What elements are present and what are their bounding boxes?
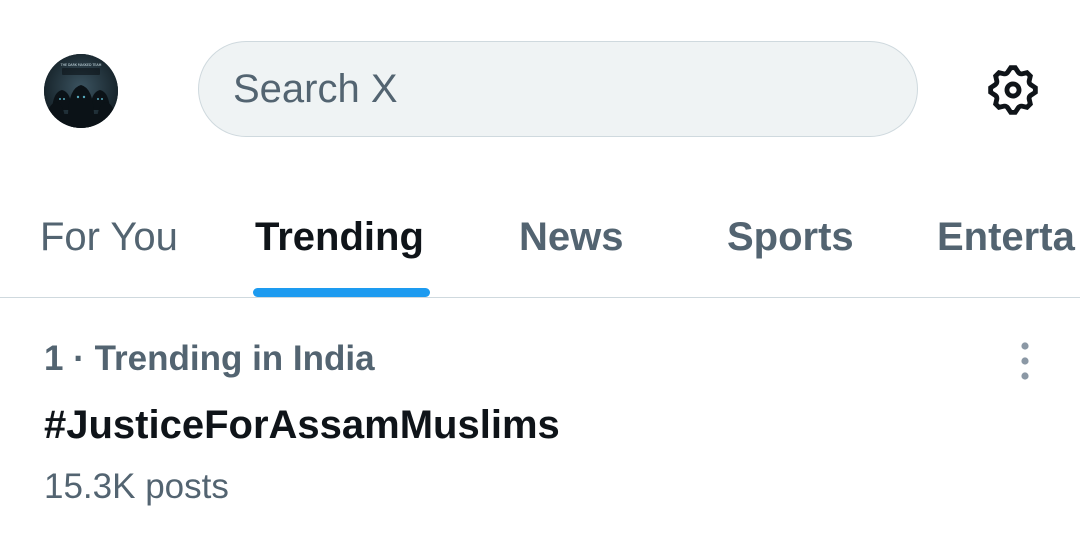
tab-sports[interactable]: Sports: [727, 214, 854, 260]
tab-entertainment[interactable]: Enterta: [937, 214, 1075, 260]
tab-news[interactable]: News: [519, 214, 624, 260]
top-header: THE DARK MASKED TEAM: [0, 0, 1080, 180]
trend-post-count: 15.3K posts: [44, 467, 229, 506]
avatar-image: THE DARK MASKED TEAM: [44, 54, 118, 128]
gear-icon: [988, 65, 1038, 115]
active-tab-indicator: [253, 288, 430, 297]
tab-trending[interactable]: Trending: [255, 214, 424, 260]
trend-hashtag[interactable]: #JusticeForAssamMuslims: [44, 401, 560, 449]
avatar[interactable]: THE DARK MASKED TEAM: [44, 54, 118, 128]
search-input[interactable]: [233, 66, 917, 112]
settings-button[interactable]: [984, 61, 1042, 119]
tab-for-you[interactable]: For You: [40, 214, 178, 260]
trend-item[interactable]: 1 · Trending in India #JusticeForAssamMu…: [0, 298, 1080, 553]
avatar-logo-text: THE DARK MASKED TEAM: [60, 63, 102, 67]
more-vertical-icon: [1021, 342, 1029, 380]
search-box[interactable]: [198, 41, 918, 137]
trend-context: 1 · Trending in India: [44, 339, 375, 378]
more-options-button[interactable]: [1004, 338, 1046, 384]
explore-tabs: For You Trending News Sports Enterta: [0, 180, 1080, 298]
